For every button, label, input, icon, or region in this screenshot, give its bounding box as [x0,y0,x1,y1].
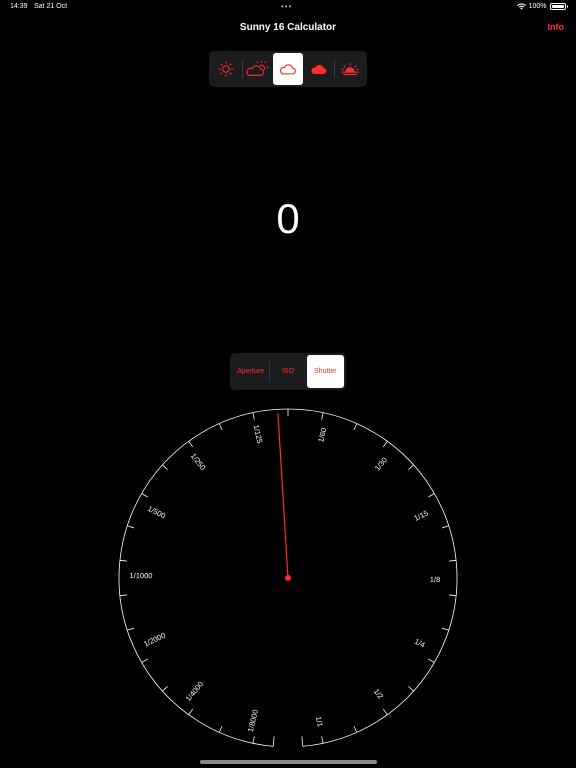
dial-label: 1/2000 [142,631,167,649]
dial-label: 1/8 [430,575,441,584]
dial-tick [218,725,223,733]
dial-gap-edge [272,736,275,747]
home-indicator[interactable] [200,760,377,764]
dial-tick [441,525,449,529]
dial-label: 1/60 [316,427,328,443]
dial-needle [277,413,289,579]
dial-label: 1/125 [252,424,265,444]
dial-tick [428,493,435,498]
dial-label: 1/4000 [184,680,206,703]
dial-label: 1/250 [189,452,208,472]
dial-label: 1/2 [372,687,386,701]
dial-label: 1/30 [373,456,389,473]
dial-label: 1/1000 [129,571,152,580]
dial-tick [382,441,388,448]
dial-tick [408,464,414,470]
dial-tick [188,708,194,715]
dial-tick [321,736,324,744]
dial-tick [162,686,168,692]
dial-tick [188,441,194,448]
dial-tick [353,725,358,733]
dial-label: 1/8000 [246,709,260,733]
dial-tick [127,627,135,631]
dial-tick [119,594,127,597]
dial-label: 1/4 [413,637,426,650]
dial-gap-edge [301,736,304,747]
dial-tick [449,594,457,597]
dial-tick [127,525,135,529]
dial-tick [449,559,457,562]
dial-tick [162,464,168,470]
dial-tick [141,658,148,663]
dial-label: 1/500 [146,504,167,520]
dial-tick [252,736,255,744]
shutter-dial[interactable]: 1/125 1/60 1/30 1/15 1/8 1/4 1/2 1/1 1/8000 1/400… [0,0,576,768]
dial-tick [119,559,127,562]
dial-center-dot [285,575,291,581]
dial-label: 1/15 [413,508,430,522]
dial-tick [408,686,414,692]
dial-tick [321,412,324,420]
dial-tick [382,708,388,715]
dial-tick [252,412,255,420]
dial-tick [353,423,358,431]
dial-tick [441,627,449,631]
dial-tick [428,658,435,663]
dial-label: 1/1 [314,716,325,728]
dial-tick [218,423,223,431]
dial-tick [141,493,148,498]
